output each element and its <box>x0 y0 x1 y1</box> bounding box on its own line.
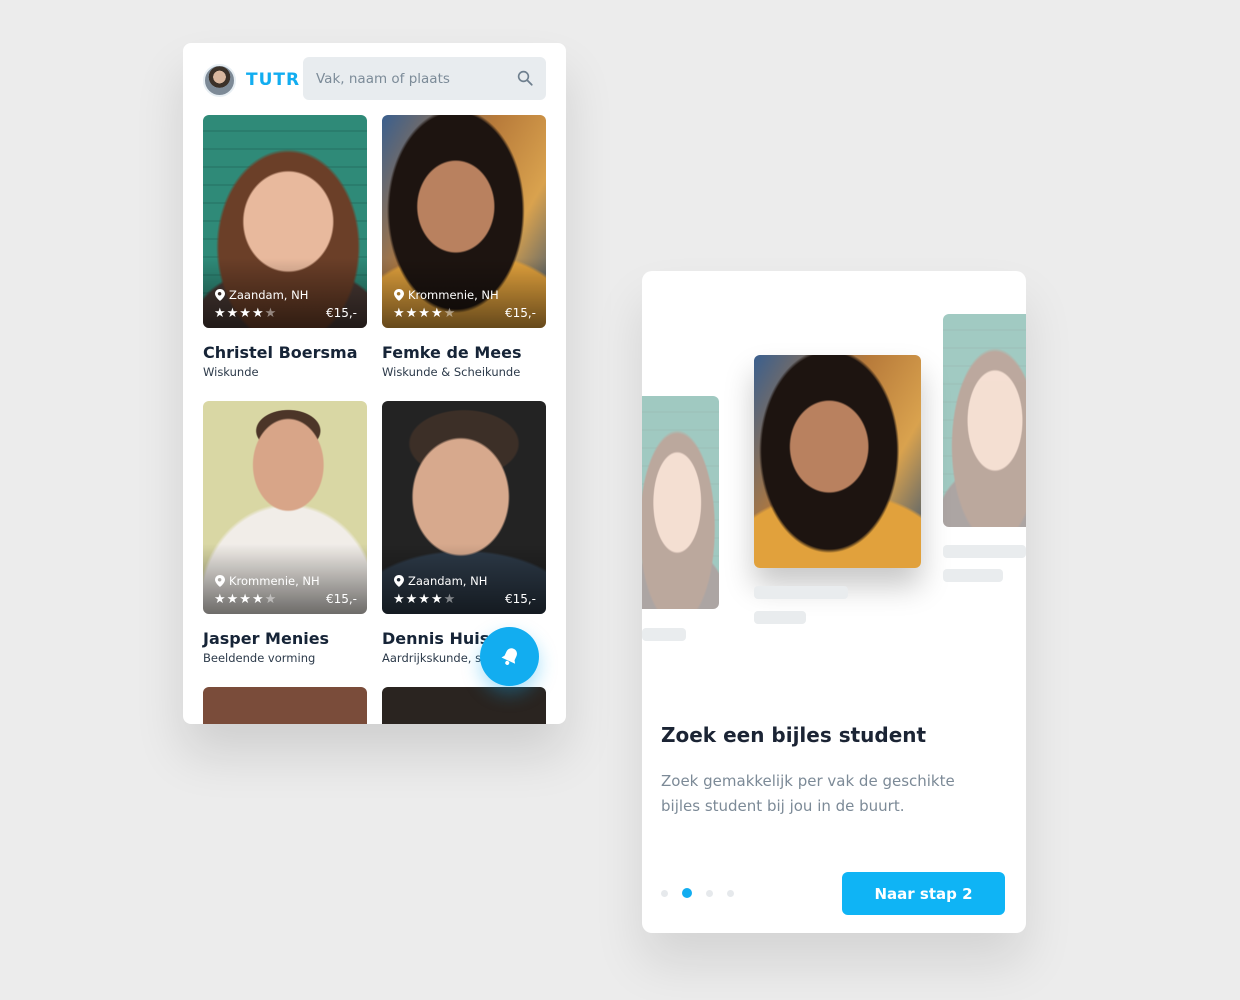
location-pin-icon <box>394 289 404 301</box>
location-pin-icon <box>215 289 225 301</box>
location-label: Krommenie, NH <box>229 574 320 588</box>
search-bar[interactable] <box>303 57 546 100</box>
step-dot[interactable] <box>661 889 668 897</box>
price-label: €15,- <box>325 592 357 606</box>
search-input[interactable] <box>303 57 546 100</box>
placeholder-line <box>754 586 848 599</box>
star-rating: ★★★★★ <box>393 592 457 607</box>
placeholder-line <box>642 628 686 641</box>
top-bar: TUTR <box>183 43 566 115</box>
step-dot[interactable] <box>727 889 734 897</box>
placeholder-line <box>754 611 806 624</box>
tutor-subject: Beeldende vorming <box>203 651 316 665</box>
tutor-list-screen: TUTR Zaandam, NH ★★★★★ €15,- Christel Bo… <box>183 43 566 724</box>
onboarding-description: Zoek gemakkelijk per vak de geschikte bi… <box>661 772 955 815</box>
tutor-photo: Zaandam, NH ★★★★★ €15,- <box>382 401 546 614</box>
tutor-photo <box>203 687 367 724</box>
search-icon[interactable] <box>516 69 534 87</box>
onboarding-card: Zoek een bijles student Zoek gemakkelijk… <box>642 271 1026 933</box>
price-label: €15,- <box>325 306 357 320</box>
tutor-subject: Wiskunde & Scheikunde <box>382 365 521 379</box>
location-label: Zaandam, NH <box>229 288 309 302</box>
location-pin-icon <box>215 575 225 587</box>
user-avatar[interactable] <box>203 64 236 97</box>
tutor-photo <box>382 687 546 724</box>
location: Zaandam, NH <box>394 574 487 588</box>
carousel-next-photo[interactable] <box>943 314 1026 527</box>
location: Krommenie, NH <box>215 574 320 588</box>
notifications-fab[interactable] <box>480 627 539 686</box>
tutor-subject: Wiskunde <box>203 365 259 379</box>
price-label: €15,- <box>504 306 536 320</box>
star-rating: ★★★★★ <box>214 306 278 321</box>
tutor-photo: Krommenie, NH ★★★★★ €15,- <box>203 401 367 614</box>
carousel-active-photo[interactable] <box>754 355 921 568</box>
tutor-subject: Aardrijkskunde, s <box>382 651 482 665</box>
location: Zaandam, NH <box>215 288 308 302</box>
bell-icon <box>501 647 517 665</box>
location-pin-icon <box>394 575 404 587</box>
star-rating: ★★★★★ <box>214 592 278 607</box>
tutor-name: Jasper Menies <box>203 629 330 648</box>
tutor-name: Femke de Mees <box>382 343 522 362</box>
placeholder-line <box>943 569 1003 582</box>
location-label: Zaandam, NH <box>408 574 488 588</box>
brand-logo: TUTR <box>246 70 301 90</box>
star-rating: ★★★★★ <box>393 306 457 321</box>
tutor-name: Christel Boersma <box>203 343 358 362</box>
step-indicator <box>661 888 734 898</box>
carousel-prev-photo[interactable] <box>642 396 719 609</box>
price-label: €15,- <box>504 592 536 606</box>
location-label: Krommenie, NH <box>408 288 499 302</box>
tutor-photo: Zaandam, NH ★★★★★ €15,- <box>203 115 367 328</box>
location: Krommenie, NH <box>394 288 499 302</box>
step-dot-active[interactable] <box>682 888 692 898</box>
tutor-photo: Krommenie, NH ★★★★★ €15,- <box>382 115 546 328</box>
placeholder-line <box>943 545 1026 558</box>
onboarding-title: Zoek een bijles student <box>661 723 927 747</box>
step-dot[interactable] <box>706 889 713 897</box>
next-step-button[interactable]: Naar stap 2 <box>842 872 1005 915</box>
